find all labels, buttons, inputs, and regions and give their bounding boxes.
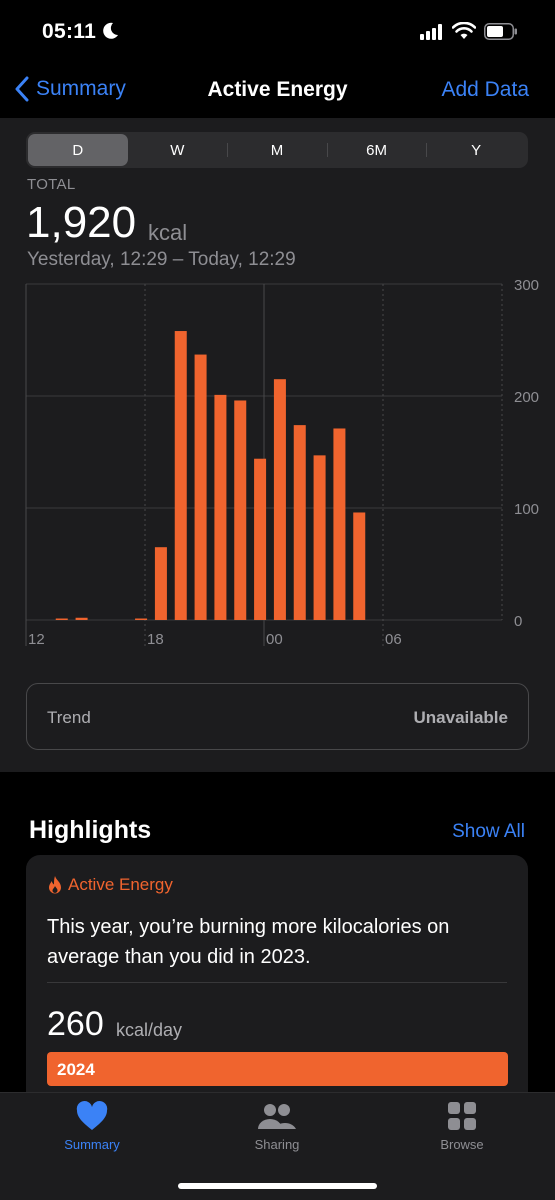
x-tick-label: 00	[266, 631, 283, 648]
bar[interactable]	[55, 618, 68, 621]
tab-browse[interactable]: Browse	[402, 1101, 522, 1152]
divider	[47, 982, 507, 983]
tab-summary[interactable]: Summary	[32, 1101, 152, 1152]
highlight-card[interactable]: Active Energy This year, you’re burning …	[26, 855, 528, 1115]
tab-sharing-label: Sharing	[254, 1137, 300, 1152]
add-data-button[interactable]: Add Data	[441, 78, 529, 102]
wifi-icon	[451, 21, 477, 45]
tab-sharing[interactable]: Sharing	[217, 1101, 337, 1152]
chevron-left-icon	[15, 76, 29, 102]
bar[interactable]	[254, 458, 267, 620]
show-all-button[interactable]: Show All	[452, 821, 525, 843]
back-button[interactable]: Summary	[14, 76, 126, 102]
time-range-segmented-control: D W M 6M Y	[26, 132, 528, 168]
status-bar: 05:11	[0, 0, 555, 62]
active-energy-bar-chart[interactable]: 300 200 100 0 12 18 00 06	[0, 278, 555, 648]
total-label: TOTAL	[27, 176, 76, 193]
bar[interactable]	[353, 512, 366, 620]
segment-day[interactable]: D	[28, 134, 128, 166]
status-time: 05:11	[42, 20, 97, 43]
chart-panel: D W M 6M Y TOTAL 1,920 kcal Yesterday, 1…	[0, 118, 555, 772]
highlight-card-header: Active Energy	[47, 875, 173, 895]
bar[interactable]	[214, 394, 227, 620]
highlight-unit: kcal/day	[116, 1020, 183, 1040]
cellular-signal-icon	[420, 24, 442, 45]
segment-six-months[interactable]: 6M	[326, 134, 427, 166]
y-tick-label: 0	[514, 613, 522, 630]
bar[interactable]	[135, 618, 148, 621]
tab-summary-label: Summary	[64, 1137, 120, 1152]
x-tick-label: 06	[385, 631, 402, 648]
year-comparison-bar: 2024	[47, 1052, 508, 1086]
bar[interactable]	[75, 617, 88, 620]
tab-browse-label: Browse	[440, 1137, 484, 1152]
highlight-category: Active Energy	[68, 875, 173, 894]
segment-year[interactable]: Y	[426, 134, 526, 166]
trend-value: Unavailable	[413, 708, 509, 727]
grid-icon	[448, 1102, 476, 1130]
total-unit: kcal	[148, 220, 188, 245]
flame-icon	[49, 876, 61, 894]
x-tick-label: 18	[147, 631, 164, 648]
heart-icon	[76, 1101, 108, 1130]
y-tick-label: 200	[514, 389, 539, 406]
bar[interactable]	[273, 379, 286, 620]
highlights-heading: Highlights	[29, 816, 152, 844]
battery-icon	[484, 23, 518, 45]
bar[interactable]	[333, 428, 346, 620]
year-bar-label: 2024	[57, 1060, 95, 1079]
bar[interactable]	[194, 354, 207, 620]
highlight-value: 260	[47, 1005, 104, 1043]
segment-month[interactable]: M	[227, 134, 327, 166]
segment-week[interactable]: W	[128, 134, 228, 166]
trend-label: Trend	[47, 708, 91, 727]
trend-row[interactable]: Trend Unavailable	[26, 683, 529, 750]
bar[interactable]	[154, 547, 167, 620]
bar[interactable]	[234, 400, 247, 620]
highlight-text: This year, you’re burning more kilocalor…	[47, 916, 450, 968]
total-value: 1,920	[26, 198, 137, 247]
home-indicator	[178, 1183, 377, 1189]
bar[interactable]	[174, 331, 187, 620]
y-tick-label: 300	[514, 278, 539, 294]
x-tick-label: 12	[28, 631, 45, 648]
y-tick-label: 100	[514, 501, 539, 518]
back-label: Summary	[36, 77, 126, 100]
bar[interactable]	[293, 425, 306, 620]
date-range: Yesterday, 12:29 – Today, 12:29	[27, 249, 296, 270]
navigation-bar: Summary Active Energy Add Data	[0, 64, 555, 118]
bar[interactable]	[313, 455, 326, 620]
moon-icon	[100, 21, 120, 46]
people-icon	[258, 1104, 296, 1129]
